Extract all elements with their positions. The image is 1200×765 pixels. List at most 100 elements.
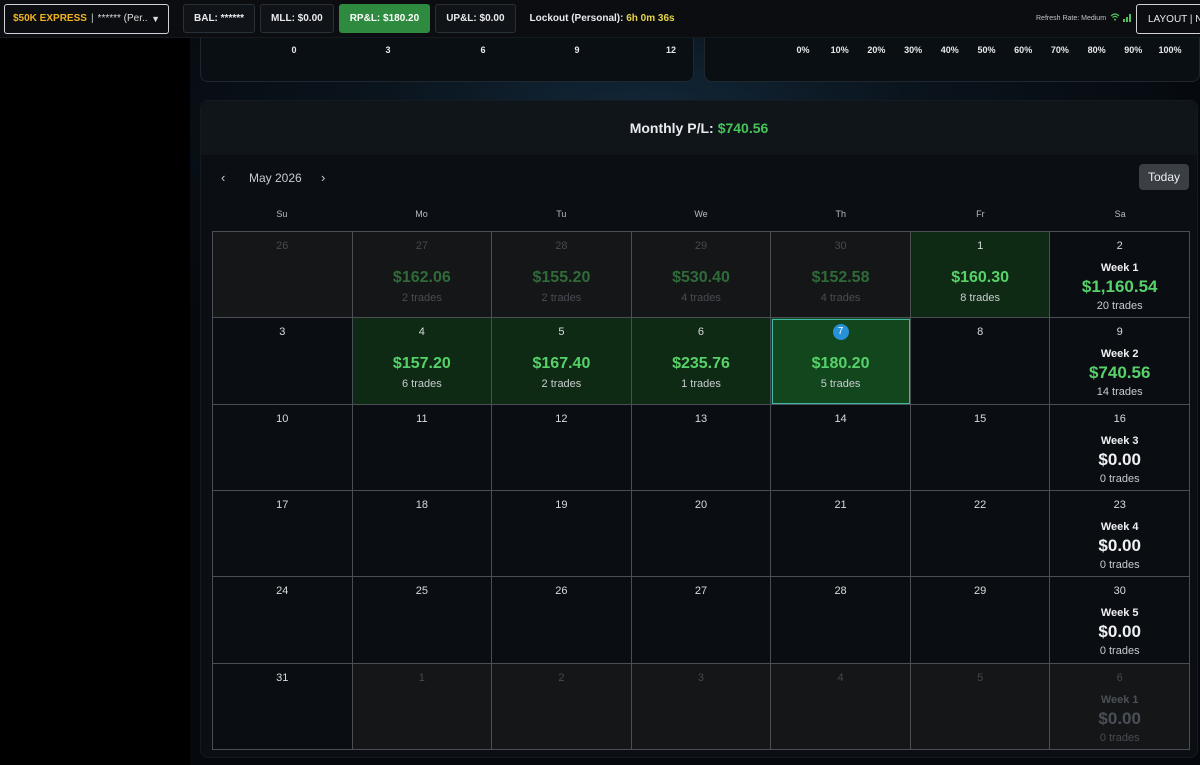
calendar-day-cell[interactable]: 15 [910, 404, 1051, 491]
day-trade-count: 2 trades [401, 292, 442, 304]
day-trade-count: 2 trades [541, 292, 582, 304]
calendar-day-cell[interactable]: 14 [771, 404, 911, 491]
calendar-day-cell[interactable]: 8 [910, 318, 1051, 405]
day-number: 5 [977, 671, 984, 684]
calendar-week-summary-cell[interactable]: 2 Week 1 $1,160.54 20 trades [1050, 232, 1190, 319]
calendar-day-cell[interactable]: 29 $530.40 4 trades [631, 232, 772, 319]
day-trade-count: 4 trades [820, 292, 861, 304]
day-number: 30 [834, 240, 847, 252]
day-number: 21 [834, 499, 847, 511]
day-trade-count: 2 trades [541, 378, 582, 391]
chart-panel-right: 0% 10% 20% 30% 40% 50% 60% 70% 80% 90% 100% [704, 38, 1200, 82]
calendar-day-cell[interactable]: 7 $180.20 5 trades [771, 318, 911, 405]
x-axis-tick-label: 12 [665, 45, 677, 55]
week-trade-count: 0 trades [1099, 559, 1140, 571]
weekday-label: Mo [415, 209, 428, 219]
day-pl-amount: $167.40 [532, 355, 591, 373]
calendar-day-cell[interactable]: 25 [352, 577, 493, 664]
calendar-day-cell[interactable]: 30 $152.58 4 trades [771, 232, 911, 319]
calendar-week-summary-cell[interactable]: 9 Week 2 $740.56 14 trades [1050, 318, 1190, 405]
calendar-day-cell[interactable]: 28 $155.20 2 trades [492, 232, 632, 319]
wifi-icon [1110, 13, 1120, 23]
calendar-day-cell[interactable]: 2 [492, 663, 632, 750]
day-number: 4 [837, 671, 844, 684]
calendar-day-cell[interactable]: 3 [631, 663, 772, 750]
calendar-day-cell[interactable]: 6 $235.76 1 trades [631, 318, 772, 405]
month-navigation: ‹ May 2026 › Today [201, 163, 1197, 193]
calendar-week-summary-cell[interactable]: 6 Week 1 $0.00 0 trades [1050, 663, 1190, 750]
day-number: 25 [415, 585, 428, 598]
calendar-day-cell[interactable]: 29 [910, 577, 1051, 664]
calendar-day-cell[interactable]: 21 [771, 491, 911, 578]
day-number: 26 [276, 240, 289, 252]
calendar-day-cell[interactable]: 4 [771, 663, 911, 750]
percent-tick-label: 40% [940, 45, 959, 55]
chart-panel-left: 0 3 6 9 12 [200, 38, 694, 82]
calendar-day-cell[interactable]: 11 [352, 404, 493, 491]
calendar-day-cell[interactable]: 31 [213, 663, 353, 750]
day-number: 14 [834, 412, 847, 425]
prev-month-icon[interactable]: ‹ [221, 170, 225, 185]
weekday-label: Su [276, 209, 288, 219]
week-label: Week 5 [1100, 607, 1139, 620]
percent-tick-label: 0% [796, 45, 810, 55]
calendar-day-cell[interactable]: 1 $160.30 8 trades [910, 232, 1051, 319]
week-trade-count: 0 trades [1099, 731, 1140, 744]
day-number: 19 [555, 499, 568, 511]
layout-button[interactable]: LAYOUT | NE [1136, 4, 1200, 34]
calendar-day-cell[interactable]: 28 [771, 577, 911, 664]
day-pl-amount: $160.30 [951, 269, 1010, 286]
day-number: 8 [977, 326, 984, 339]
calendar-day-cell[interactable]: 13 [631, 404, 772, 491]
calendar-day-cell[interactable]: 12 [492, 404, 632, 491]
calendar-day-cell[interactable]: 18 [352, 491, 493, 578]
calendar-week-summary-cell[interactable]: 30 Week 5 $0.00 0 trades [1050, 577, 1190, 664]
today-button[interactable]: Today [1139, 164, 1189, 190]
calendar-day-cell[interactable]: 5 $167.40 2 trades [492, 318, 632, 405]
calendar-day-cell[interactable]: 22 [910, 491, 1051, 578]
calendar-week-summary-cell[interactable]: 23 Week 4 $0.00 0 trades [1050, 491, 1190, 578]
day-trade-count: 1 trades [681, 378, 721, 391]
calendar-day-cell[interactable]: 24 [213, 577, 353, 664]
calendar-day-cell[interactable]: 27 $162.06 2 trades [352, 232, 493, 319]
day-number: 29 [694, 240, 708, 252]
calendar-week-summary-cell[interactable]: 16 Week 3 $0.00 0 trades [1050, 404, 1190, 491]
calendar-day-cell[interactable]: 17 [213, 491, 353, 578]
top-bar: $50K EXPRESS | ****** (Per... ▼ BAL: ***… [0, 0, 1200, 38]
weekday-label: Tu [556, 209, 567, 219]
x-axis-tick-label: 6 [480, 45, 486, 55]
day-number: 27 [694, 585, 708, 598]
account-selector[interactable]: $50K EXPRESS | ****** (Per... ▼ [4, 3, 169, 34]
day-number: 31 [276, 671, 289, 684]
balance-badge[interactable]: BAL: ****** [183, 4, 256, 33]
calendar-day-cell[interactable]: 1 [352, 663, 493, 750]
today-marker: 7 [832, 324, 849, 341]
monthly-pl-label: Monthly P/L: [629, 120, 714, 136]
calendar-day-cell[interactable]: 26 [492, 577, 632, 664]
percent-tick-label: 80% [1087, 45, 1106, 55]
monthly-pl-value: $740.56 [717, 120, 769, 136]
calendar-day-cell[interactable]: 27 [631, 577, 772, 664]
day-pl-amount: $235.76 [672, 355, 730, 373]
day-trade-count: 4 trades [681, 292, 721, 304]
calendar-day-cell[interactable]: 4 $157.20 6 trades [352, 318, 493, 405]
account-id-masked: ****** (Per... [97, 13, 148, 24]
day-number: 26 [555, 585, 568, 598]
calendar-day-cell[interactable]: 20 [631, 491, 772, 578]
weekday-label: Fr [976, 209, 985, 219]
calendar-day-cell[interactable]: 5 [910, 663, 1051, 750]
lockout-timer: 6h 0m 36s [626, 13, 675, 24]
day-number: 13 [694, 412, 708, 425]
calendar-day-cell[interactable]: 10 [213, 404, 353, 491]
rpl-badge[interactable]: RP&L: $180.20 [338, 4, 431, 33]
day-number: 9 [1116, 326, 1123, 339]
calendar-day-cell[interactable]: 26 [213, 232, 353, 319]
upl-badge[interactable]: UP&L: $0.00 [435, 4, 516, 33]
percent-tick-label: 90% [1124, 45, 1143, 55]
calendar-day-cell[interactable]: 3 [213, 318, 353, 405]
calendar-day-cell[interactable]: 19 [492, 491, 632, 578]
refresh-rate-indicator[interactable]: Refresh Rate: Medium [1036, 13, 1132, 23]
next-month-icon[interactable]: › [321, 170, 325, 185]
percent-tick-label: 10% [830, 45, 849, 55]
mll-badge[interactable]: MLL: $0.00 [260, 4, 334, 33]
